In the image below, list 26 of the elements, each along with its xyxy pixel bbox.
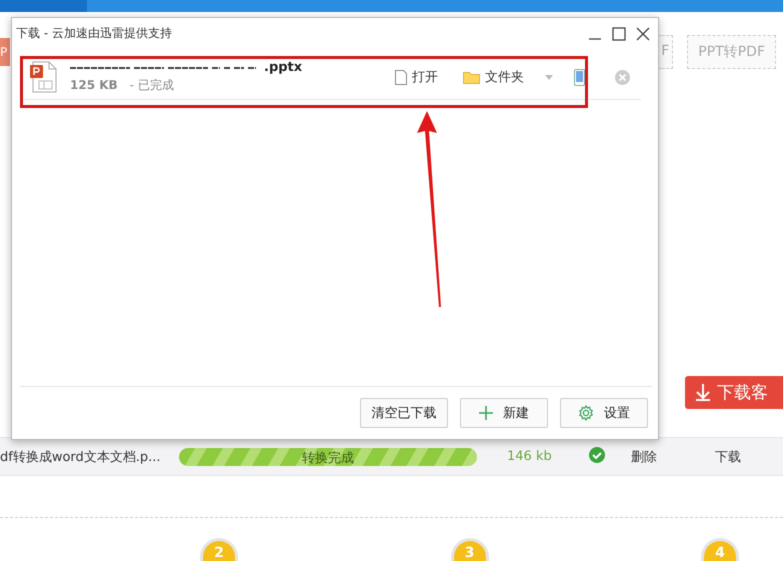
- progress-label: 转换完成: [301, 450, 355, 466]
- window-title: 下载 - 云加速由迅雷提供支持: [16, 25, 173, 42]
- download-link[interactable]: 下载: [715, 448, 741, 466]
- file-size: 125 KB: [70, 78, 118, 92]
- step-number-badge: 4: [701, 538, 739, 561]
- close-icon[interactable]: [636, 26, 650, 40]
- open-folder-button[interactable]: 文件夹: [463, 68, 524, 86]
- presentation-file-icon: [30, 61, 58, 93]
- clear-button[interactable]: 清空已下载: [360, 398, 448, 428]
- step-number-badge: 3: [450, 538, 488, 561]
- delete-link[interactable]: 删除: [631, 448, 657, 466]
- plus-icon: [479, 406, 493, 420]
- download-status: - 已完成: [130, 78, 174, 92]
- settings-button[interactable]: 设置: [560, 398, 648, 428]
- settings-icon: [578, 405, 594, 421]
- open-button[interactable]: 打开: [395, 68, 438, 86]
- file-name: df转换成word文本文档.p...: [0, 448, 162, 466]
- document-icon: [395, 70, 407, 84]
- step-number-badge: 2: [200, 538, 238, 561]
- file-extension: .pptx: [264, 60, 302, 75]
- folder-icon: [463, 70, 480, 84]
- new-button[interactable]: 新建: [460, 398, 548, 428]
- download-client-button[interactable]: 下载客: [685, 376, 783, 408]
- download-icon: [695, 383, 711, 401]
- maximize-icon[interactable]: [612, 26, 626, 40]
- file-size: 146 kb: [507, 449, 553, 464]
